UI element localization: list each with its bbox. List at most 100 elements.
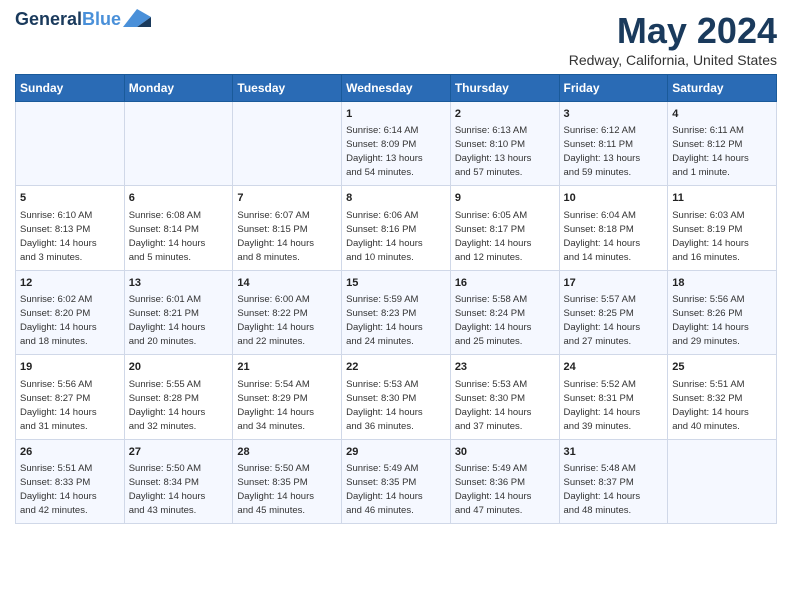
day-cell: 29 Sunrise: 5:49 AM Sunset: 8:35 PM Dayli… <box>342 439 451 523</box>
day-cell: 13 Sunrise: 6:01 AM Sunset: 8:21 PM Dayli… <box>124 270 233 354</box>
day-info: Sunrise: 6:02 AM Sunset: 8:20 PM Dayligh… <box>20 294 97 347</box>
day-cell: 2 Sunrise: 6:13 AM Sunset: 8:10 PM Daylig… <box>450 102 559 186</box>
day-info: Sunrise: 6:06 AM Sunset: 8:16 PM Dayligh… <box>346 210 423 263</box>
day-cell: 9 Sunrise: 6:05 AM Sunset: 8:17 PM Daylig… <box>450 186 559 270</box>
day-cell: 22 Sunrise: 5:53 AM Sunset: 8:30 PM Dayli… <box>342 355 451 439</box>
day-info: Sunrise: 5:54 AM Sunset: 8:29 PM Dayligh… <box>237 379 314 432</box>
day-cell: 11 Sunrise: 6:03 AM Sunset: 8:19 PM Dayli… <box>668 186 777 270</box>
day-number: 3 <box>564 107 664 122</box>
header-cell-friday: Friday <box>559 75 668 102</box>
day-cell: 1Sunrise: 6:14 AM Sunset: 8:09 PM Daylig… <box>342 102 451 186</box>
day-number: 18 <box>672 276 772 291</box>
day-number: 22 <box>346 360 446 375</box>
day-number: 2 <box>455 107 555 122</box>
day-info: Sunrise: 6:07 AM Sunset: 8:15 PM Dayligh… <box>237 210 314 263</box>
day-number: 14 <box>237 276 337 291</box>
day-info: Sunrise: 6:03 AM Sunset: 8:19 PM Dayligh… <box>672 210 749 263</box>
day-number: 13 <box>129 276 229 291</box>
week-row-3: 12Sunrise: 6:02 AM Sunset: 8:20 PM Dayli… <box>16 270 777 354</box>
logo-icon <box>123 9 151 27</box>
day-cell: 26 Sunrise: 5:51 AM Sunset: 8:33 PM Dayli… <box>16 439 125 523</box>
day-info: Sunrise: 5:59 AM Sunset: 8:23 PM Dayligh… <box>346 294 423 347</box>
day-info: Sunrise: 5:53 AM Sunset: 8:30 PM Dayligh… <box>346 379 423 432</box>
day-number: 20 <box>129 360 229 375</box>
header-cell-monday: Monday <box>124 75 233 102</box>
day-cell: 30Sunrise: 5:49 AM Sunset: 8:36 PM Dayli… <box>450 439 559 523</box>
day-number: 15 <box>346 276 446 291</box>
header-cell-thursday: Thursday <box>450 75 559 102</box>
day-number: 26 <box>20 445 120 460</box>
day-number: 19 <box>20 360 120 375</box>
day-info: Sunrise: 5:57 AM Sunset: 8:25 PM Dayligh… <box>564 294 641 347</box>
day-info: Sunrise: 5:51 AM Sunset: 8:33 PM Dayligh… <box>20 463 97 516</box>
title-block: May 2024 Redway, California, United Stat… <box>569 10 777 68</box>
day-number: 29 <box>346 445 446 460</box>
day-info: Sunrise: 5:52 AM Sunset: 8:31 PM Dayligh… <box>564 379 641 432</box>
day-number: 4 <box>672 107 772 122</box>
day-info: Sunrise: 6:10 AM Sunset: 8:13 PM Dayligh… <box>20 210 97 263</box>
day-cell <box>233 102 342 186</box>
day-number: 11 <box>672 191 772 206</box>
day-number: 24 <box>564 360 664 375</box>
day-info: Sunrise: 6:08 AM Sunset: 8:14 PM Dayligh… <box>129 210 206 263</box>
calendar-table: SundayMondayTuesdayWednesdayThursdayFrid… <box>15 74 777 524</box>
day-cell: 28Sunrise: 5:50 AM Sunset: 8:35 PM Dayli… <box>233 439 342 523</box>
day-cell: 24 Sunrise: 5:52 AM Sunset: 8:31 PM Dayli… <box>559 355 668 439</box>
header-cell-saturday: Saturday <box>668 75 777 102</box>
day-cell: 27 Sunrise: 5:50 AM Sunset: 8:34 PM Dayli… <box>124 439 233 523</box>
week-row-5: 26 Sunrise: 5:51 AM Sunset: 8:33 PM Dayli… <box>16 439 777 523</box>
day-info: Sunrise: 6:05 AM Sunset: 8:17 PM Dayligh… <box>455 210 532 263</box>
day-info: Sunrise: 6:01 AM Sunset: 8:21 PM Dayligh… <box>129 294 206 347</box>
day-cell: 16 Sunrise: 5:58 AM Sunset: 8:24 PM Dayli… <box>450 270 559 354</box>
day-cell: 23Sunrise: 5:53 AM Sunset: 8:30 PM Dayli… <box>450 355 559 439</box>
day-info: Sunrise: 6:13 AM Sunset: 8:10 PM Dayligh… <box>455 125 532 178</box>
day-info: Sunrise: 5:55 AM Sunset: 8:28 PM Dayligh… <box>129 379 206 432</box>
day-number: 25 <box>672 360 772 375</box>
day-info: Sunrise: 5:50 AM Sunset: 8:35 PM Dayligh… <box>237 463 314 516</box>
day-info: Sunrise: 5:48 AM Sunset: 8:37 PM Dayligh… <box>564 463 641 516</box>
day-info: Sunrise: 5:56 AM Sunset: 8:26 PM Dayligh… <box>672 294 749 347</box>
day-number: 16 <box>455 276 555 291</box>
day-info: Sunrise: 6:04 AM Sunset: 8:18 PM Dayligh… <box>564 210 641 263</box>
day-cell <box>16 102 125 186</box>
day-cell: 20 Sunrise: 5:55 AM Sunset: 8:28 PM Dayli… <box>124 355 233 439</box>
day-number: 8 <box>346 191 446 206</box>
day-number: 31 <box>564 445 664 460</box>
day-info: Sunrise: 5:58 AM Sunset: 8:24 PM Dayligh… <box>455 294 532 347</box>
day-cell: 17 Sunrise: 5:57 AM Sunset: 8:25 PM Dayli… <box>559 270 668 354</box>
day-info: Sunrise: 5:50 AM Sunset: 8:34 PM Dayligh… <box>129 463 206 516</box>
day-number: 7 <box>237 191 337 206</box>
day-number: 10 <box>564 191 664 206</box>
day-info: Sunrise: 6:14 AM Sunset: 8:09 PM Dayligh… <box>346 125 423 178</box>
page-header: GeneralBlue May 2024 Redway, California,… <box>15 10 777 68</box>
day-info: Sunrise: 5:49 AM Sunset: 8:35 PM Dayligh… <box>346 463 423 516</box>
day-cell: 14 Sunrise: 6:00 AM Sunset: 8:22 PM Dayli… <box>233 270 342 354</box>
day-number: 17 <box>564 276 664 291</box>
header-cell-sunday: Sunday <box>16 75 125 102</box>
subtitle: Redway, California, United States <box>569 52 777 68</box>
day-cell: 6Sunrise: 6:08 AM Sunset: 8:14 PM Daylig… <box>124 186 233 270</box>
day-number: 9 <box>455 191 555 206</box>
day-info: Sunrise: 6:11 AM Sunset: 8:12 PM Dayligh… <box>672 125 749 178</box>
day-cell <box>124 102 233 186</box>
day-info: Sunrise: 6:12 AM Sunset: 8:11 PM Dayligh… <box>564 125 641 178</box>
day-cell: 5Sunrise: 6:10 AM Sunset: 8:13 PM Daylig… <box>16 186 125 270</box>
logo: GeneralBlue <box>15 10 151 30</box>
day-cell: 8 Sunrise: 6:06 AM Sunset: 8:16 PM Daylig… <box>342 186 451 270</box>
day-cell: 3 Sunrise: 6:12 AM Sunset: 8:11 PM Daylig… <box>559 102 668 186</box>
day-cell: 21 Sunrise: 5:54 AM Sunset: 8:29 PM Dayli… <box>233 355 342 439</box>
week-row-4: 19Sunrise: 5:56 AM Sunset: 8:27 PM Dayli… <box>16 355 777 439</box>
day-cell: 19Sunrise: 5:56 AM Sunset: 8:27 PM Dayli… <box>16 355 125 439</box>
day-cell: 12Sunrise: 6:02 AM Sunset: 8:20 PM Dayli… <box>16 270 125 354</box>
week-row-2: 5Sunrise: 6:10 AM Sunset: 8:13 PM Daylig… <box>16 186 777 270</box>
day-number: 21 <box>237 360 337 375</box>
day-number: 27 <box>129 445 229 460</box>
day-number: 23 <box>455 360 555 375</box>
day-cell: 4 Sunrise: 6:11 AM Sunset: 8:12 PM Daylig… <box>668 102 777 186</box>
day-number: 30 <box>455 445 555 460</box>
day-cell: 18 Sunrise: 5:56 AM Sunset: 8:26 PM Dayli… <box>668 270 777 354</box>
day-cell: 15 Sunrise: 5:59 AM Sunset: 8:23 PM Dayli… <box>342 270 451 354</box>
day-info: Sunrise: 6:00 AM Sunset: 8:22 PM Dayligh… <box>237 294 314 347</box>
day-cell <box>668 439 777 523</box>
day-cell: 7 Sunrise: 6:07 AM Sunset: 8:15 PM Daylig… <box>233 186 342 270</box>
